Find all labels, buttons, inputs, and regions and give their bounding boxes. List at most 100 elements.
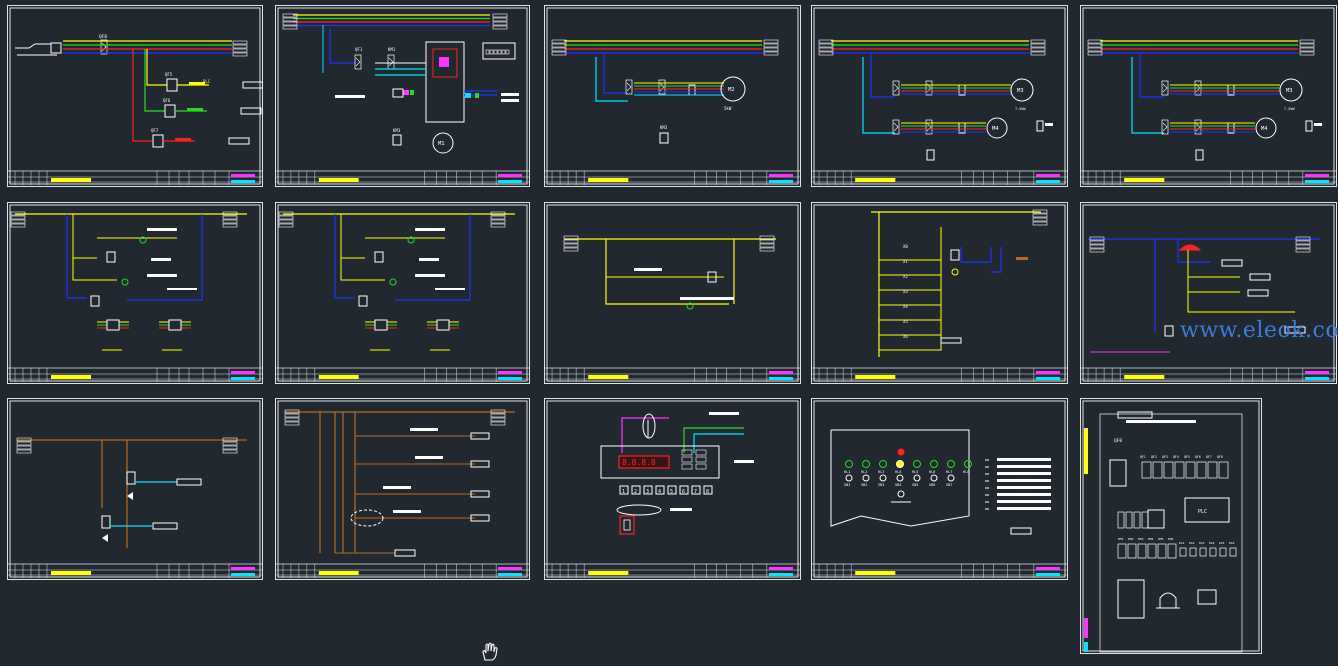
sheet-drawing: QF0 QF5 QF6 QF7 PLC bbox=[7, 5, 263, 187]
svg-text:KM4: KM4 bbox=[1148, 537, 1154, 541]
sheet-relays[interactable] bbox=[275, 398, 530, 580]
svg-text:M3: M3 bbox=[1017, 88, 1024, 94]
svg-text:QF0: QF0 bbox=[1114, 438, 1122, 444]
svg-text:SB6: SB6 bbox=[929, 483, 935, 487]
svg-text:KM3: KM3 bbox=[1138, 537, 1144, 541]
svg-text:1: 1 bbox=[622, 489, 625, 495]
svg-text:X1: X1 bbox=[903, 259, 908, 264]
svg-text:KM2: KM2 bbox=[1128, 537, 1134, 541]
svg-text:KM5: KM5 bbox=[1158, 537, 1164, 541]
sheet-drawing bbox=[1080, 202, 1337, 384]
sheet-inverter-m1[interactable]: QF1 KM1 M1 KM3 bbox=[275, 5, 530, 187]
sheet-drawing: QF0 QF1 QF2 QF3 QF4 QF5 QF6 QF7 QF8 PLC KM1 KM2 KM3 K… bbox=[1080, 398, 1262, 654]
svg-text:6: 6 bbox=[682, 489, 685, 495]
svg-text:HL2: HL2 bbox=[861, 470, 867, 474]
svg-text:7: 7 bbox=[694, 489, 697, 495]
svg-text:PLC: PLC bbox=[203, 79, 211, 84]
svg-text:HL1: HL1 bbox=[844, 470, 850, 474]
svg-text:KM1: KM1 bbox=[1118, 537, 1124, 541]
sheet-motor-m3-m4[interactable]: M3 7.5kW M4 bbox=[811, 5, 1068, 187]
svg-text:3: 3 bbox=[646, 489, 649, 495]
svg-text:M2: M2 bbox=[728, 87, 735, 93]
sheet-drawing bbox=[544, 202, 801, 384]
sheet-panel-layout[interactable]: QF0 QF1 QF2 QF3 QF4 QF5 QF6 QF7 QF8 PLC KM1 KM2 KM3 K… bbox=[1080, 398, 1262, 654]
sheet-drawing: 8.8.8.8 1 2 3 4 5 6 7 8 bbox=[544, 398, 801, 580]
svg-text:M4: M4 bbox=[992, 126, 999, 132]
sheet-power-main[interactable]: QF0 QF5 QF6 QF7 PLC bbox=[7, 5, 263, 187]
svg-text:X2: X2 bbox=[903, 274, 908, 279]
sheet-ctrl-3[interactable] bbox=[544, 202, 801, 384]
svg-text:5kW: 5kW bbox=[724, 106, 732, 111]
svg-text:QF7: QF7 bbox=[151, 128, 159, 133]
svg-text:X4: X4 bbox=[903, 304, 908, 309]
svg-text:SB1: SB1 bbox=[844, 483, 850, 487]
svg-text:KM6: KM6 bbox=[1168, 537, 1174, 541]
svg-text:QF1: QF1 bbox=[355, 47, 363, 52]
sheet-drawing: M3 7.5kW M4 bbox=[1080, 5, 1337, 187]
svg-text:4: 4 bbox=[658, 489, 661, 495]
svg-text:HL4: HL4 bbox=[895, 470, 901, 474]
svg-text:M1: M1 bbox=[438, 141, 445, 147]
sheet-drawing: X0 X1 X2 X3 X4 X5 X6 bbox=[811, 202, 1068, 384]
sheet-plc-inputs[interactable]: X0 X1 X2 X3 X4 X5 X6 bbox=[811, 202, 1068, 384]
svg-text:QF7: QF7 bbox=[1206, 455, 1212, 459]
svg-text:HL6: HL6 bbox=[929, 470, 935, 474]
svg-text:8.8.8.8: 8.8.8.8 bbox=[622, 458, 656, 467]
sheet-drawing: HL1 HL2 HL3 HL4 HL5 HL6 HL7 HL8 SB1 SB2 SB3 SB4 SB5 S… bbox=[811, 398, 1068, 580]
sheet-motor-m2[interactable]: M2 5kW KM3 bbox=[544, 5, 801, 187]
sheet-drawing bbox=[7, 202, 263, 384]
sheet-alarm[interactable] bbox=[1080, 202, 1337, 384]
sheet-motor-m5-m6[interactable]: M3 7.5kW M4 bbox=[1080, 5, 1337, 187]
svg-text:SB7: SB7 bbox=[946, 483, 952, 487]
svg-text:QF8: QF8 bbox=[1217, 455, 1223, 459]
svg-text:M3: M3 bbox=[1286, 88, 1293, 94]
svg-text:QF4: QF4 bbox=[1173, 455, 1179, 459]
svg-text:KA3: KA3 bbox=[1199, 541, 1205, 545]
svg-text:5: 5 bbox=[670, 489, 673, 495]
svg-text:7.5kW: 7.5kW bbox=[1015, 107, 1026, 111]
pan-hand-cursor-icon bbox=[479, 642, 503, 666]
sheet-ctrl-1[interactable] bbox=[7, 202, 263, 384]
svg-text:SB5: SB5 bbox=[912, 483, 918, 487]
svg-text:PLC: PLC bbox=[1198, 509, 1207, 515]
sheet-drawing: QF1 KM1 M1 KM3 bbox=[275, 5, 530, 187]
svg-text:QF6: QF6 bbox=[163, 98, 171, 103]
svg-text:SB4: SB4 bbox=[895, 483, 901, 487]
sheet-drawing bbox=[7, 398, 263, 580]
sheet-drawing: M2 5kW KM3 bbox=[544, 5, 801, 187]
svg-text:X0: X0 bbox=[903, 244, 908, 249]
svg-text:2: 2 bbox=[634, 489, 637, 495]
svg-text:KM3: KM3 bbox=[660, 125, 668, 130]
sheet-instrument[interactable]: 8.8.8.8 1 2 3 4 5 6 7 8 bbox=[544, 398, 801, 580]
svg-text:KA4: KA4 bbox=[1209, 541, 1215, 545]
watermark: www.eleok.com bbox=[1180, 318, 1338, 343]
sheet-valves[interactable] bbox=[7, 398, 263, 580]
cad-model-space: { "canvas": { "background": "#212830", "… bbox=[0, 0, 1338, 661]
sheet-panel-door[interactable]: HL1 HL2 HL3 HL4 HL5 HL6 HL7 HL8 SB1 SB2 SB3 SB4 SB5 S… bbox=[811, 398, 1068, 580]
sheet-drawing bbox=[275, 202, 530, 384]
svg-text:KM1: KM1 bbox=[388, 47, 396, 52]
sheet-drawing bbox=[275, 398, 530, 580]
svg-text:QF2: QF2 bbox=[1151, 455, 1157, 459]
svg-text:KM3: KM3 bbox=[393, 128, 401, 133]
svg-text:HL8: HL8 bbox=[963, 470, 969, 474]
svg-text:M4: M4 bbox=[1261, 126, 1268, 132]
svg-text:HL7: HL7 bbox=[946, 470, 952, 474]
svg-text:KA6: KA6 bbox=[1229, 541, 1235, 545]
svg-text:KA5: KA5 bbox=[1219, 541, 1225, 545]
svg-text:KA2: KA2 bbox=[1189, 541, 1195, 545]
svg-text:SB2: SB2 bbox=[861, 483, 867, 487]
svg-text:KA1: KA1 bbox=[1179, 541, 1185, 545]
svg-text:HL3: HL3 bbox=[878, 470, 884, 474]
svg-text:X6: X6 bbox=[903, 334, 908, 339]
svg-text:QF5: QF5 bbox=[1184, 455, 1190, 459]
svg-text:X5: X5 bbox=[903, 319, 908, 324]
svg-text:X3: X3 bbox=[903, 289, 908, 294]
svg-text:QF5: QF5 bbox=[165, 72, 173, 77]
svg-text:HL5: HL5 bbox=[912, 470, 918, 474]
svg-text:QF0: QF0 bbox=[99, 34, 107, 40]
sheet-drawing: M3 7.5kW M4 bbox=[811, 5, 1068, 187]
svg-text:7.5kW: 7.5kW bbox=[1284, 107, 1295, 111]
sheet-ctrl-2[interactable] bbox=[275, 202, 530, 384]
svg-text:QF6: QF6 bbox=[1195, 455, 1201, 459]
